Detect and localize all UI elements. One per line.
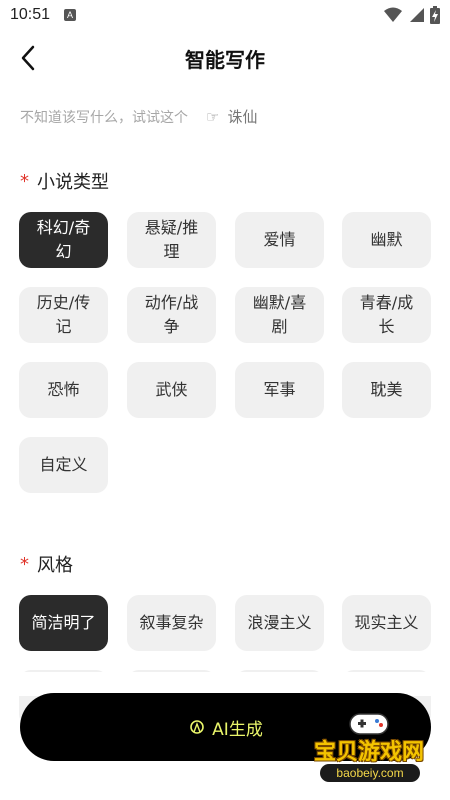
genre-section-title: * 小说类型 (20, 168, 109, 194)
watermark-text: 宝贝游戏网 (313, 740, 424, 765)
ai-generate-label: AI生成 (212, 719, 263, 740)
style-title-label: 风格 (37, 555, 73, 576)
status-icons (384, 6, 440, 24)
a-icon: A (64, 9, 77, 21)
back-button[interactable] (14, 44, 42, 72)
suggestion-link[interactable]: 诛仙 (227, 106, 257, 127)
style-chip[interactable]: 现实主义 (342, 595, 431, 651)
page-title: 智能写作 (185, 47, 265, 72)
genre-title-label: 小说类型 (37, 172, 109, 193)
wifi-icon (384, 7, 402, 22)
suggestion-hint: 不知道该写什么，试试这个 ☞ 诛仙 (20, 106, 257, 127)
ai-sparkle-icon (190, 720, 204, 734)
status-bar: 10:51 A (0, 0, 450, 30)
required-mark: * (20, 170, 29, 192)
chevron-left-icon (21, 45, 35, 71)
genre-chip[interactable]: 青春/成长 (342, 287, 431, 343)
genre-chip[interactable]: 耽美 (342, 362, 431, 418)
genre-chip[interactable]: 科幻/奇幻 (19, 212, 108, 268)
genre-chip[interactable]: 爱情 (235, 212, 324, 268)
style-section-title: * 风格 (20, 551, 73, 577)
watermark-domain: baobeiy.com (320, 764, 420, 782)
genre-chip[interactable]: 幽默/喜剧 (235, 287, 324, 343)
hint-text: 不知道该写什么，试试这个 (20, 109, 188, 126)
genre-chip[interactable]: 历史/传记 (19, 287, 108, 343)
genre-chip[interactable]: 武侠 (127, 362, 216, 418)
genre-chip[interactable]: 幽默 (342, 212, 431, 268)
signal-icon (410, 8, 424, 22)
style-chip[interactable]: 简洁明了 (19, 595, 108, 651)
style-chip[interactable]: 浪漫主义 (235, 595, 324, 651)
genre-chip[interactable]: 悬疑/推理 (127, 212, 216, 268)
required-mark: * (20, 553, 29, 575)
pointing-hand-icon: ☞ (206, 107, 220, 126)
genre-chip[interactable]: 动作/战争 (127, 287, 216, 343)
genre-chip[interactable]: 自定义 (19, 437, 108, 493)
status-time: 10:51 (10, 6, 51, 23)
app-header: 智能写作 (0, 36, 450, 80)
style-chip[interactable]: 叙事复杂 (127, 595, 216, 651)
genre-chip[interactable]: 恐怖 (19, 362, 108, 418)
genre-chip[interactable]: 军事 (235, 362, 324, 418)
watermark-logo: 宝贝游戏网 baobeiy.com (296, 708, 442, 786)
battery-icon (430, 6, 440, 24)
